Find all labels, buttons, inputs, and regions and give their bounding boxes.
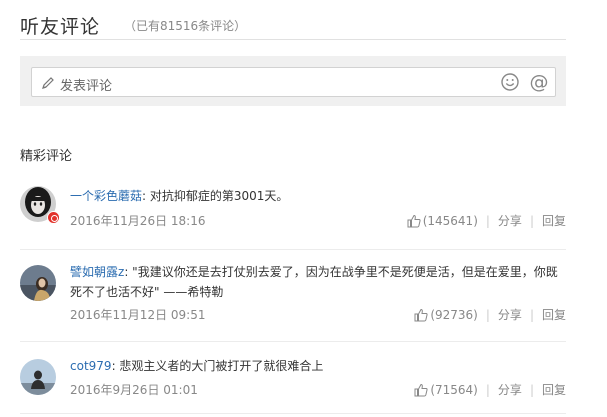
comment-content: : "我建议你还是去打仗别去爱了，因为在战争里不是死便是活，但是在爱里，你既死不…: [70, 265, 558, 299]
divider: |: [485, 307, 490, 322]
thumbs-up-icon: [414, 383, 428, 396]
thumbs-up-icon: [414, 308, 428, 321]
like-count: (145641): [422, 213, 478, 228]
share-button[interactable]: 分享: [498, 212, 522, 229]
reply-button[interactable]: 回复: [542, 381, 566, 398]
thumbs-up-icon: [407, 214, 421, 227]
reply-button[interactable]: 回复: [542, 212, 566, 229]
comment-item: cot979: 悲观主义者的大门被打开了就很难合上 2016年9月26日 01:…: [20, 342, 566, 414]
comment-meta: 2016年9月26日 01:01 (71564) | 分享 | 回复: [70, 381, 566, 399]
comment-meta: 2016年11月26日 18:16 (145641) | 分享 | 回复: [70, 212, 566, 230]
page-title: 听友评论: [20, 16, 101, 38]
comment-meta: 2016年11月12日 09:51 (92736) | 分享 | 回复: [70, 306, 566, 324]
comment-count: （已有81516条评论）: [124, 19, 247, 33]
comment-time: 2016年9月26日 01:01: [70, 383, 198, 397]
hot-comments-title: 精彩评论: [20, 149, 73, 164]
comment-content: : 悲观主义者的大门被打开了就很难合上: [111, 359, 324, 373]
smile-icon[interactable]: [500, 72, 520, 92]
divider: |: [529, 213, 534, 228]
comment-username[interactable]: 一个彩色蘑菇: [70, 189, 142, 203]
divider: |: [529, 307, 534, 322]
like-button[interactable]: (92736): [414, 308, 478, 322]
comment-actions: (92736) | 分享 | 回复: [414, 306, 566, 323]
comment-content: : 对抗抑郁症的第3001天。: [142, 189, 289, 203]
comment-placeholder: 发表评论: [60, 79, 113, 94]
comment-text: 一个彩色蘑菇: 对抗抑郁症的第3001天。: [70, 186, 566, 206]
vip-badge-icon: [47, 211, 60, 224]
avatar-image: [20, 359, 56, 395]
divider: |: [529, 382, 534, 397]
comment-time: 2016年11月12日 09:51: [70, 308, 206, 322]
comment-actions: (71564) | 分享 | 回复: [414, 381, 566, 398]
reply-button[interactable]: 回复: [542, 306, 566, 323]
avatar-image: [20, 265, 56, 301]
avatar[interactable]: [20, 265, 56, 301]
comment-time: 2016年11月26日 18:16: [70, 214, 206, 228]
share-button[interactable]: 分享: [498, 306, 522, 323]
like-button[interactable]: (145641): [407, 214, 478, 228]
avatar[interactable]: [20, 359, 56, 395]
comment-text: cot979: 悲观主义者的大门被打开了就很难合上: [70, 356, 566, 376]
comment-item: 譬如朝露z: "我建议你还是去打仗别去爱了，因为在战争里不是死便是活，但是在爱里…: [20, 250, 566, 342]
comments-header: 听友评论 （已有81516条评论）: [20, 6, 566, 40]
like-button[interactable]: (71564): [414, 383, 478, 397]
comment-username[interactable]: cot979: [70, 359, 112, 373]
divider: |: [485, 213, 490, 228]
comment-compose-area: 发表评论 @: [20, 56, 566, 106]
comment-username[interactable]: 譬如朝露z: [70, 265, 124, 279]
at-icon[interactable]: @: [528, 71, 550, 93]
divider: |: [485, 382, 490, 397]
share-button[interactable]: 分享: [498, 381, 522, 398]
like-count: (92736): [430, 307, 478, 322]
comment-actions: (145641) | 分享 | 回复: [407, 212, 566, 229]
like-count: (71564): [430, 382, 478, 397]
pencil-icon: [42, 77, 54, 89]
comment-input[interactable]: 发表评论 @: [31, 67, 556, 97]
comment-item: 一个彩色蘑菇: 对抗抑郁症的第3001天。 2016年11月26日 18:16 …: [20, 178, 566, 250]
comment-text: 譬如朝露z: "我建议你还是去打仗别去爱了，因为在战争里不是死便是活，但是在爱里…: [70, 262, 566, 302]
